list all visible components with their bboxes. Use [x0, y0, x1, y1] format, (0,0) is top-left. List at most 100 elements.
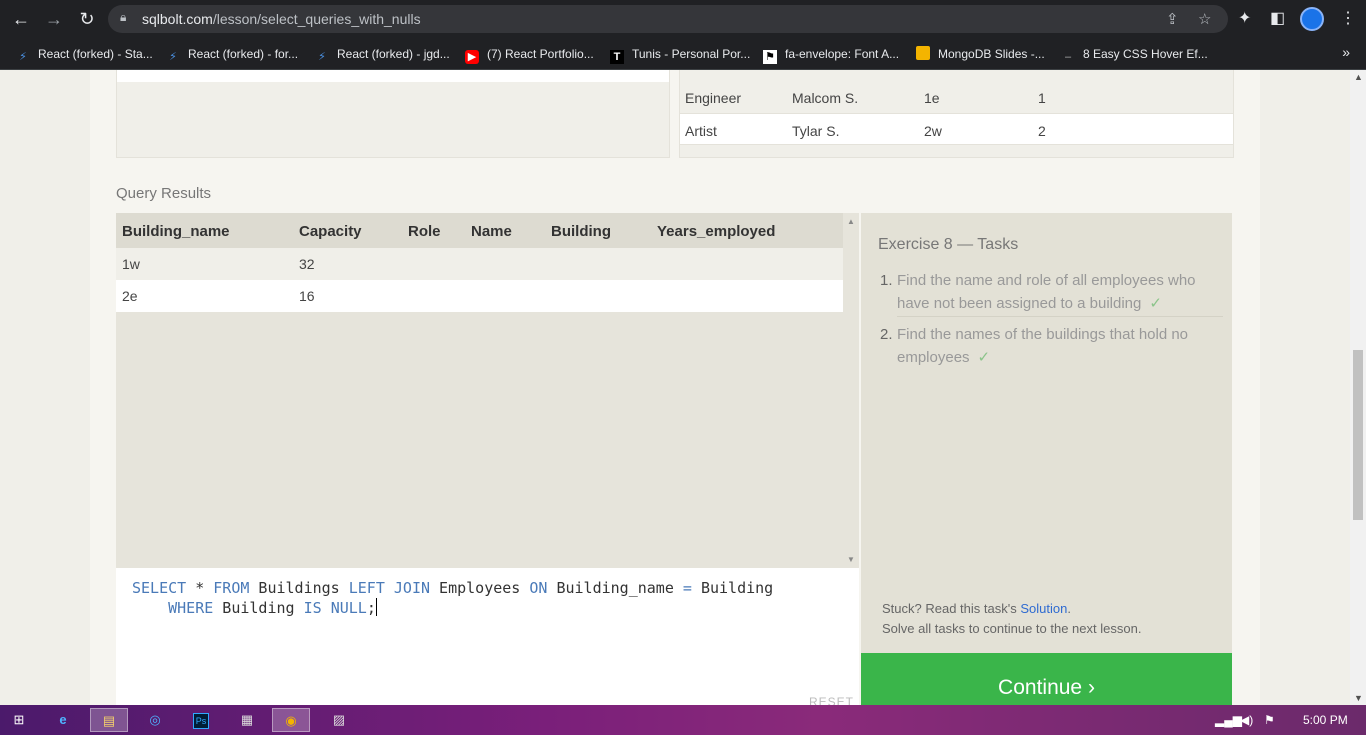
bolt-icon: ⚡︎ [318, 51, 326, 63]
bookmark-label: MongoDB Slides -... [938, 47, 1045, 61]
text-cursor [375, 598, 377, 616]
table-row: Engineer Malcom S. 1e 1 [680, 81, 1233, 113]
bookmark[interactable]: MongoDB Slides -... [916, 44, 1045, 64]
volume-icon[interactable]: ◀︎) [1240, 713, 1253, 727]
divider [897, 316, 1223, 317]
results-scrollbar[interactable]: ▲ ▼ [843, 213, 859, 568]
bookmark[interactable]: ⚡︎ React (forked) - Sta... [16, 44, 153, 64]
forward-icon[interactable]: → [43, 8, 65, 30]
clock[interactable]: 5:00 PM [1303, 713, 1348, 727]
browser-toolbar: ← → ↻ 🔒︎ sqlbolt.com/lesson/select_queri… [0, 0, 1366, 38]
page-scrollbar[interactable]: ▲ ▼ [1350, 70, 1366, 705]
column-header: Building_name [122, 223, 230, 240]
reload-icon[interactable]: ↻ [76, 8, 98, 30]
query-results-label: Query Results [116, 185, 212, 202]
task-number: 2. [880, 326, 893, 343]
slides-icon [916, 46, 930, 60]
scroll-down-icon[interactable]: ▼ [847, 555, 855, 564]
chrome-icon[interactable]: ◉ [272, 708, 310, 732]
share-icon[interactable]: ⇪ [1166, 10, 1179, 28]
bookmark-label: React (forked) - for... [188, 47, 299, 61]
avatar[interactable] [1300, 7, 1324, 31]
table-cell: 1 [1038, 90, 1046, 106]
column-header: Role [408, 223, 441, 240]
column-header: Name [471, 223, 512, 240]
solve-all-text: Solve all tasks to continue to the next … [882, 621, 1142, 636]
bookmarks-more-button[interactable]: » [1342, 44, 1350, 60]
bookmarks-bar: ⚡︎ React (forked) - Sta... ⚡︎ React (forke… [0, 38, 1366, 70]
sql-editor[interactable]: SELECT * FROM Buildings LEFT JOIN Employ… [116, 568, 859, 709]
windows-start-icon[interactable]: ⊞ [0, 708, 38, 732]
bookmark[interactable]: ⚡︎ React (forked) - for... [166, 44, 298, 64]
ie-icon[interactable]: e [44, 708, 82, 732]
buildings-table [116, 70, 670, 158]
photoshop-icon[interactable]: Ps [182, 708, 220, 732]
back-icon[interactable]: ← [10, 8, 32, 30]
scroll-up-icon[interactable]: ▲ [847, 217, 855, 226]
bookmark[interactable]: T Tunis - Personal Por... [610, 44, 750, 64]
table-cell: 2w [924, 123, 942, 139]
bolt-icon: ⚡︎ [19, 51, 27, 63]
table-cell: Artist [685, 123, 717, 139]
file-explorer-icon[interactable]: ▤ [90, 708, 128, 732]
checkmark-icon: ✓ [977, 349, 991, 366]
scroll-up-icon[interactable]: ▲ [1354, 72, 1363, 82]
image-viewer-icon[interactable]: ▨ [320, 708, 358, 732]
url-domain: sqlbolt.com [142, 11, 213, 27]
star-icon[interactable]: ☆ [1198, 10, 1211, 28]
tasks-title: Exercise 8 — Tasks [878, 236, 1019, 253]
t-icon: T [610, 50, 624, 64]
table-row: 2e 16 [116, 280, 843, 312]
bookmark[interactable]: –8 Easy CSS Hover Ef... [1061, 44, 1208, 64]
table-cell: 2e [122, 288, 138, 304]
bookmark-label: React (forked) - jgd... [337, 47, 450, 61]
stuck-end: . [1067, 601, 1071, 616]
bookmark[interactable]: ▶ (7) React Portfolio... [465, 44, 594, 64]
table-cell: 1e [924, 90, 940, 106]
taskbar: ⊞ e ▤ ◎ Ps ▦ ◉ ▨ ▂▄▆ ◀︎) ⚑ 5:00 PM [0, 705, 1366, 735]
bolt-icon: ⚡︎ [169, 51, 177, 63]
dash-icon: – [1064, 51, 1072, 63]
table-cell: 2 [1038, 123, 1046, 139]
bookmark-label: React (forked) - Sta... [38, 47, 153, 61]
address-bar[interactable]: 🔒︎ sqlbolt.com/lesson/select_queries_wit… [108, 5, 1228, 33]
task-text: Find the names of the buildings that hol… [897, 326, 1189, 366]
youtube-icon: ▶ [465, 50, 479, 64]
checkmark-icon: ✓ [1149, 295, 1162, 312]
bookmark-label: (7) React Portfolio... [487, 47, 594, 61]
solution-link[interactable]: Solution [1020, 601, 1067, 616]
table-row [117, 70, 669, 82]
flag-icon: ⚑ [763, 50, 777, 64]
bookmark-label: Tunis - Personal Por... [632, 47, 751, 61]
table-cell: 1w [122, 256, 140, 272]
menu-icon[interactable]: ⋮ [1340, 8, 1356, 28]
sql-code[interactable]: SELECT * FROM Buildings LEFT JOIN Employ… [132, 578, 773, 618]
table-cell: Engineer [685, 90, 742, 106]
bookmark-label: 8 Easy CSS Hover Ef... [1083, 47, 1208, 61]
column-header: Building [551, 223, 611, 240]
bookmark[interactable]: ⚑ fa-envelope: Font A... [763, 44, 899, 64]
scroll-down-icon[interactable]: ▼ [1354, 693, 1363, 703]
stuck-text: Stuck? Read this task's [882, 601, 1021, 616]
sidepanel-icon[interactable]: ◧ [1270, 8, 1285, 28]
task-item: 1. Find the name and role of all employe… [878, 269, 1223, 315]
table-row: Artist Tylar S. 2w 2 [680, 113, 1233, 145]
column-header: Years_employed [657, 223, 776, 240]
bookmark[interactable]: ⚡︎ React (forked) - jgd... [315, 44, 450, 64]
table-cell: 32 [299, 256, 315, 272]
calculator-icon[interactable]: ▦ [228, 708, 266, 732]
task-item: 2. Find the names of the buildings that … [878, 323, 1223, 369]
table-header: Building_name Capacity Role Name Buildin… [116, 213, 843, 248]
table-cell: Tylar S. [792, 123, 840, 139]
signal-icon[interactable]: ▂▄▆ [1215, 713, 1242, 727]
bookmark-label: fa-envelope: Font A... [785, 47, 900, 61]
table-row [680, 70, 1233, 81]
browser-icon[interactable]: ◎ [136, 708, 174, 732]
lock-icon: 🔒︎ [120, 10, 127, 24]
action-center-icon[interactable]: ⚑ [1264, 713, 1275, 727]
continue-button[interactable]: Continue › [861, 653, 1232, 705]
scrollbar-thumb[interactable] [1353, 350, 1363, 520]
task-number: 1. [880, 272, 893, 289]
extensions-icon[interactable]: ✦ [1238, 8, 1251, 28]
query-results-table: Building_name Capacity Role Name Buildin… [116, 213, 859, 568]
